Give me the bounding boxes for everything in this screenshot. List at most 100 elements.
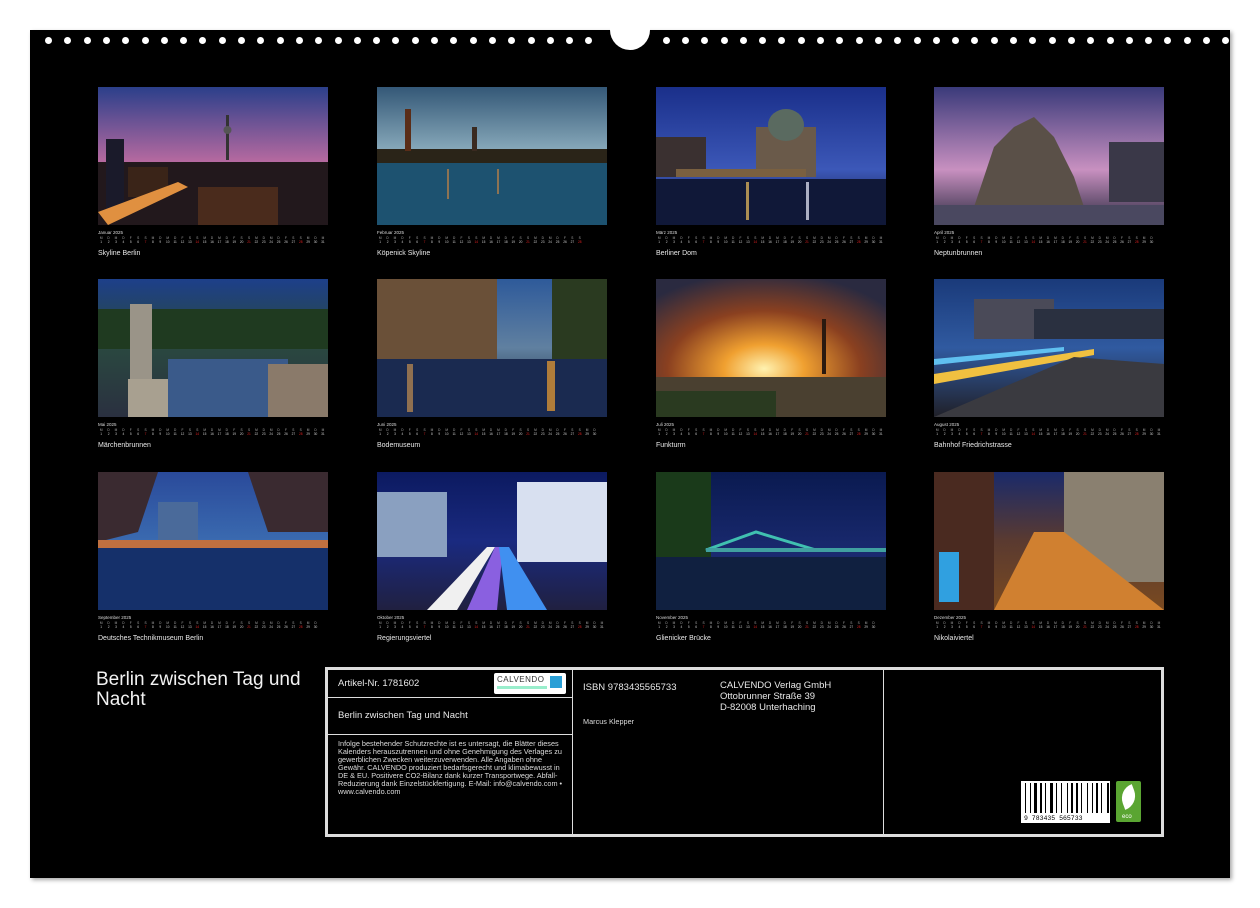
- day-number: 25: [276, 625, 281, 629]
- day-number: 2: [386, 240, 389, 244]
- day-number: 18: [504, 240, 508, 244]
- day-number: 24: [548, 625, 552, 629]
- binding-hole: [952, 37, 960, 44]
- day-number: 19: [511, 240, 515, 244]
- day-number: 14: [1031, 432, 1036, 436]
- binding-hole: [257, 37, 265, 44]
- binding-hole: [894, 37, 902, 44]
- day-number: 20: [797, 625, 802, 629]
- month-august: August 2025 MDMDFSSMDMDFSSMDMDFSSMDMDFSS…: [934, 279, 1164, 449]
- day-number: 1: [100, 625, 103, 629]
- day-number: 12: [738, 432, 743, 436]
- day-number: 1: [658, 240, 661, 244]
- day-number: 22: [1090, 625, 1095, 629]
- day-number: 13: [746, 240, 750, 244]
- day-number: 11: [173, 432, 177, 436]
- day-number: 27: [849, 625, 854, 629]
- day-number: 1: [936, 432, 939, 436]
- day-number: 29: [306, 240, 310, 244]
- isbn-cell: ISBN 9783435565733 Marcus Klepper CALVEN…: [572, 669, 884, 835]
- photo-caption: Funkturm: [656, 442, 686, 449]
- day-number: 2: [386, 432, 389, 436]
- binding-hole: [739, 37, 747, 44]
- day-number: 3: [951, 240, 953, 244]
- day-number: 25: [834, 240, 839, 244]
- barcode-bar: [1056, 783, 1057, 813]
- photo-neptunbrunnen: [934, 87, 1164, 225]
- day-number: 8: [152, 625, 154, 629]
- day-number: 12: [180, 432, 185, 436]
- day-number: 6: [137, 625, 140, 629]
- binding-hole: [1125, 37, 1133, 44]
- day-number: 8: [988, 240, 990, 244]
- day-number: 22: [1090, 240, 1095, 244]
- day-number: 12: [180, 240, 185, 244]
- binding-hole: [122, 37, 130, 44]
- day-number: 4: [680, 625, 683, 629]
- day-number: 14: [195, 240, 200, 244]
- day-grid: MDMDFSSMDMDFSSMDMDFSSMDMDFSSMDM123456789…: [98, 236, 328, 245]
- day-number: 23: [820, 432, 824, 436]
- article-cell: Artikel-Nr. 1781602 CALVENDO: [327, 669, 573, 698]
- day-number: 16: [1046, 432, 1050, 436]
- day-number: 19: [790, 432, 794, 436]
- day-number: 2: [665, 240, 668, 244]
- month-september: September 2025 MDMDFSSMDMDFSSMDMDFSSMDMD…: [98, 472, 328, 642]
- day-number: 28: [1134, 240, 1139, 244]
- day-number: 11: [731, 432, 735, 436]
- day-number: 23: [262, 625, 266, 629]
- day-number: 17: [496, 432, 501, 436]
- day-number: 3: [115, 240, 117, 244]
- day-number: 8: [988, 625, 990, 629]
- photo-caption: Skyline Berlin: [98, 250, 141, 257]
- photo-caption: Glienicker Brücke: [656, 635, 711, 642]
- photo-caption: Nikolaiviertel: [934, 635, 974, 642]
- binding-hole: [990, 37, 998, 44]
- day-number: 17: [1053, 240, 1058, 244]
- day-number: 4: [122, 432, 125, 436]
- day-number: 24: [1105, 432, 1109, 436]
- barcode-bar: [1040, 783, 1042, 813]
- day-number: 15: [202, 432, 207, 436]
- day-number: 17: [775, 432, 780, 436]
- day-number: 18: [783, 625, 787, 629]
- day-number: 16: [768, 432, 772, 436]
- day-number: 23: [820, 625, 824, 629]
- day-number: 7: [423, 240, 426, 244]
- day-number: 13: [746, 432, 750, 436]
- day-number: 18: [783, 240, 787, 244]
- day-number: 18: [1061, 240, 1065, 244]
- day-number: 28: [298, 432, 303, 436]
- day-number: 19: [1068, 625, 1072, 629]
- info-title: Berlin zwischen Tag und Nacht: [338, 710, 468, 721]
- day-number: 2: [665, 625, 668, 629]
- day-number: 18: [504, 432, 508, 436]
- day-number: 23: [1098, 432, 1102, 436]
- day-number: 13: [467, 432, 471, 436]
- eco-label: eco: [1122, 814, 1132, 820]
- day-number: 31: [1157, 432, 1161, 436]
- day-number: 10: [1001, 625, 1006, 629]
- day-grid: MDMDFSSMDMDFSSMDMDFSSMDMDFSSMD1234567891…: [98, 621, 328, 630]
- day-number: 30: [1149, 625, 1154, 629]
- binding-hole: [1048, 37, 1056, 44]
- day-number: 9: [717, 240, 720, 244]
- day-number: 4: [401, 240, 404, 244]
- month-may: Mai 2025 MDMDFSSMDMDFSSMDMDFSSMDMDFSSMDM…: [98, 279, 328, 449]
- day-number: 9: [995, 240, 998, 244]
- day-number: 28: [1134, 432, 1139, 436]
- day-number: 3: [673, 432, 675, 436]
- photo-bahnhof-friedrichstrasse: [934, 279, 1164, 417]
- day-number: 13: [746, 625, 750, 629]
- day-number: 30: [592, 432, 597, 436]
- day-number: 19: [232, 432, 236, 436]
- day-number: 3: [673, 625, 675, 629]
- day-number: 5: [687, 240, 690, 244]
- isbn-barcode: 9 783435 565733: [1021, 781, 1110, 823]
- month-july: Juli 2025 MDMDFSSMDMDFSSMDMDFSSMDMDFSSMD…: [656, 279, 886, 449]
- day-number: 30: [1149, 240, 1154, 244]
- day-number: 16: [768, 240, 772, 244]
- day-number: 7: [980, 432, 983, 436]
- day-number: 22: [1090, 432, 1095, 436]
- day-number: 24: [269, 432, 273, 436]
